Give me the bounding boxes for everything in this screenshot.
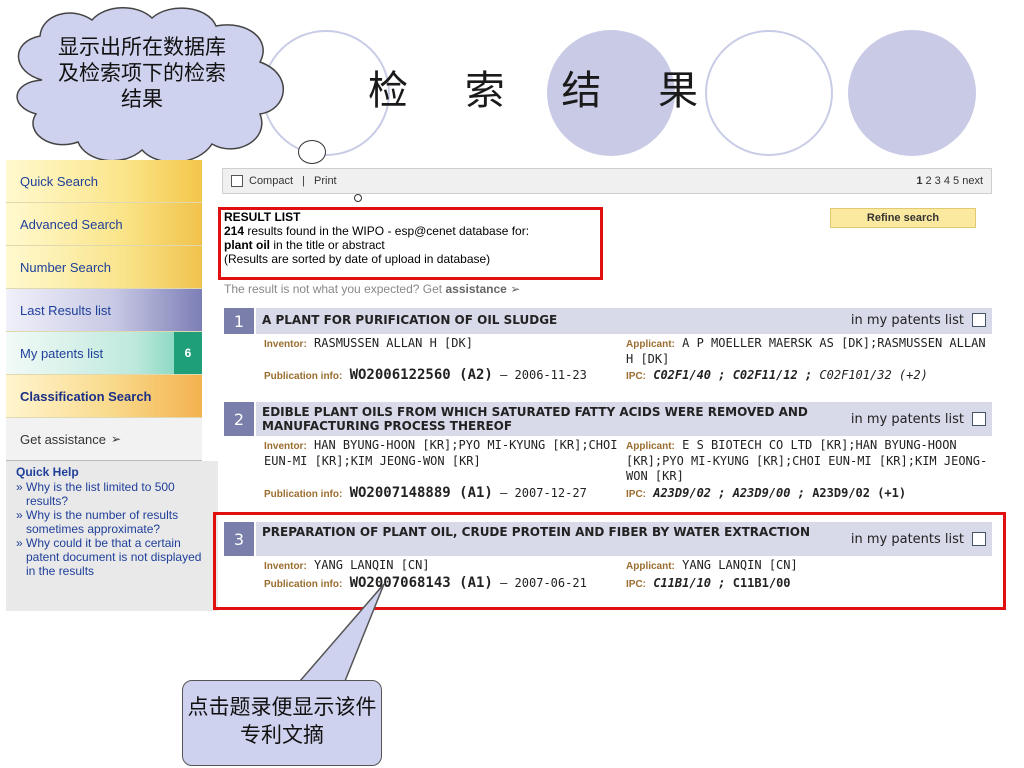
sidebar-item-label: Classification Search	[20, 388, 152, 404]
record-details: Inventor: RASMUSSEN ALLAN H [DK] Applica…	[264, 336, 992, 400]
count-badge: 6	[174, 332, 202, 374]
quick-help-link[interactable]: » Why is the number of results sometimes…	[16, 508, 214, 536]
page-links[interactable]: 2 3 4 5	[926, 175, 960, 187]
highlight-box-result-summary	[218, 207, 603, 280]
my-patents-list-label: in my patents list	[850, 412, 964, 427]
arrow-right-circle-icon: ➢	[510, 282, 521, 296]
next-page-link[interactable]: next	[962, 175, 983, 187]
my-patents-checkbox[interactable]	[972, 313, 986, 327]
arrow-right-circle-icon: ➢	[111, 432, 122, 446]
publication-date: — 2007-12-27	[500, 486, 587, 500]
ipc-primary: A23D9/02 ; A23D9/00 ;	[653, 486, 805, 500]
record-title[interactable]: EDIBLE PLANT OILS FROM WHICH SATURATED F…	[262, 405, 808, 433]
publication-number: WO2006122560 (A2)	[349, 367, 493, 383]
pubinfo-label: Publication info:	[264, 489, 343, 500]
quick-help-title: Quick Help	[16, 465, 79, 479]
results-toolbar: Compact | Print 1 2 3 4 5 next	[222, 168, 992, 194]
compact-checkbox[interactable]	[231, 175, 243, 187]
sidebar-item-label: Get assistance	[20, 431, 106, 447]
sidebar-item-classification-search[interactable]: Classification Search	[6, 375, 202, 418]
sidebar-item-label: Number Search	[20, 259, 112, 275]
current-page: 1	[916, 175, 923, 187]
ipc-secondary: C02F101/32 (+2)	[819, 368, 928, 382]
inventor-label: Inventor:	[264, 441, 307, 452]
inventor-value: RASMUSSEN ALLAN H [DK]	[314, 336, 473, 350]
record-number: 1	[224, 308, 254, 334]
compact-label[interactable]: Compact	[249, 175, 293, 187]
my-patents-list-label: in my patents list	[850, 313, 964, 328]
thought-bubble	[298, 140, 326, 164]
refine-search-button[interactable]: Refine search	[830, 208, 976, 228]
result-record: 2 EDIBLE PLANT OILS FROM WHICH SATURATED…	[224, 402, 992, 512]
decor-circle-filled	[848, 30, 976, 156]
ipc-primary: C02F1/40 ; C02F11/12 ;	[653, 368, 813, 382]
applicant-value: A P MOELLER MAERSK AS [DK];RASMUSSEN ALL…	[626, 336, 986, 366]
pubinfo-label: Publication info:	[264, 371, 343, 382]
ipc-label: IPC:	[626, 371, 646, 382]
quick-help-link[interactable]: » Why could it be that a certain patent …	[16, 536, 214, 578]
sidebar-item-quick-search[interactable]: Quick Search	[6, 160, 202, 203]
sidebar-item-label: Quick Search	[20, 173, 99, 189]
slide-title: 检 索 结 果	[368, 68, 721, 114]
cloud-note: 显示出所在数据库及检索项下的检索结果	[58, 35, 226, 111]
publication-number: WO2007148889 (A1)	[349, 485, 493, 501]
record-title-row[interactable]: EDIBLE PLANT OILS FROM WHICH SATURATED F…	[256, 402, 992, 436]
applicant-label: Applicant:	[626, 441, 675, 452]
ipc-label: IPC:	[626, 489, 646, 500]
my-patents-checkbox[interactable]	[972, 412, 986, 426]
quick-help-panel: Quick Help » Why is the list limited to …	[6, 461, 218, 611]
sidebar-item-label: Advanced Search	[20, 216, 123, 232]
applicant-value: E S BIOTECH CO LTD [KR];HAN BYUNG-HOON […	[626, 438, 988, 483]
quick-help-link[interactable]: » Why is the list limited to 500 results…	[16, 480, 214, 508]
sidebar-nav: Quick Search Advanced Search Number Sear…	[6, 160, 218, 611]
applicant-label: Applicant:	[626, 339, 675, 350]
record-details: Inventor: HAN BYUNG-HOON [KR];PYO MI-KYU…	[264, 438, 992, 512]
assist-text: The result is not what you expected? Get	[224, 282, 443, 296]
sidebar-item-my-patents[interactable]: My patents list 6	[6, 332, 202, 375]
record-title[interactable]: A PLANT FOR PURIFICATION OF OIL SLUDGE	[262, 313, 557, 327]
sidebar-item-advanced-search[interactable]: Advanced Search	[6, 203, 202, 246]
inventor-value: HAN BYUNG-HOON [KR];PYO MI-KYUNG [KR];CH…	[264, 438, 618, 468]
publication-date: — 2006-11-23	[500, 368, 587, 382]
assistance-link[interactable]: assistance	[445, 282, 506, 296]
print-link[interactable]: Print	[314, 175, 337, 187]
result-record: 1 A PLANT FOR PURIFICATION OF OIL SLUDGE…	[224, 308, 992, 402]
pagination: 1 2 3 4 5 next	[916, 175, 983, 187]
record-title-row[interactable]: A PLANT FOR PURIFICATION OF OIL SLUDGE i…	[256, 308, 992, 334]
inventor-label: Inventor:	[264, 339, 307, 350]
sidebar-item-label: Last Results list	[20, 302, 112, 318]
sidebar-item-label: My patents list	[20, 345, 104, 361]
sidebar-item-get-assistance[interactable]: Get assistance ➢	[6, 418, 202, 461]
ipc-secondary: A23D9/02 (+1)	[812, 486, 907, 500]
highlight-box-record	[213, 512, 1006, 610]
callout-note: 点击题录便显示该件专利文摘	[182, 680, 382, 766]
toolbar-separator: |	[302, 175, 305, 187]
sidebar-item-number-search[interactable]: Number Search	[6, 246, 202, 289]
sidebar-item-last-results[interactable]: Last Results list	[6, 289, 202, 332]
decor-circle-outline	[705, 30, 833, 156]
assistance-hint: The result is not what you expected? Get…	[224, 282, 520, 296]
record-number: 2	[224, 402, 254, 436]
